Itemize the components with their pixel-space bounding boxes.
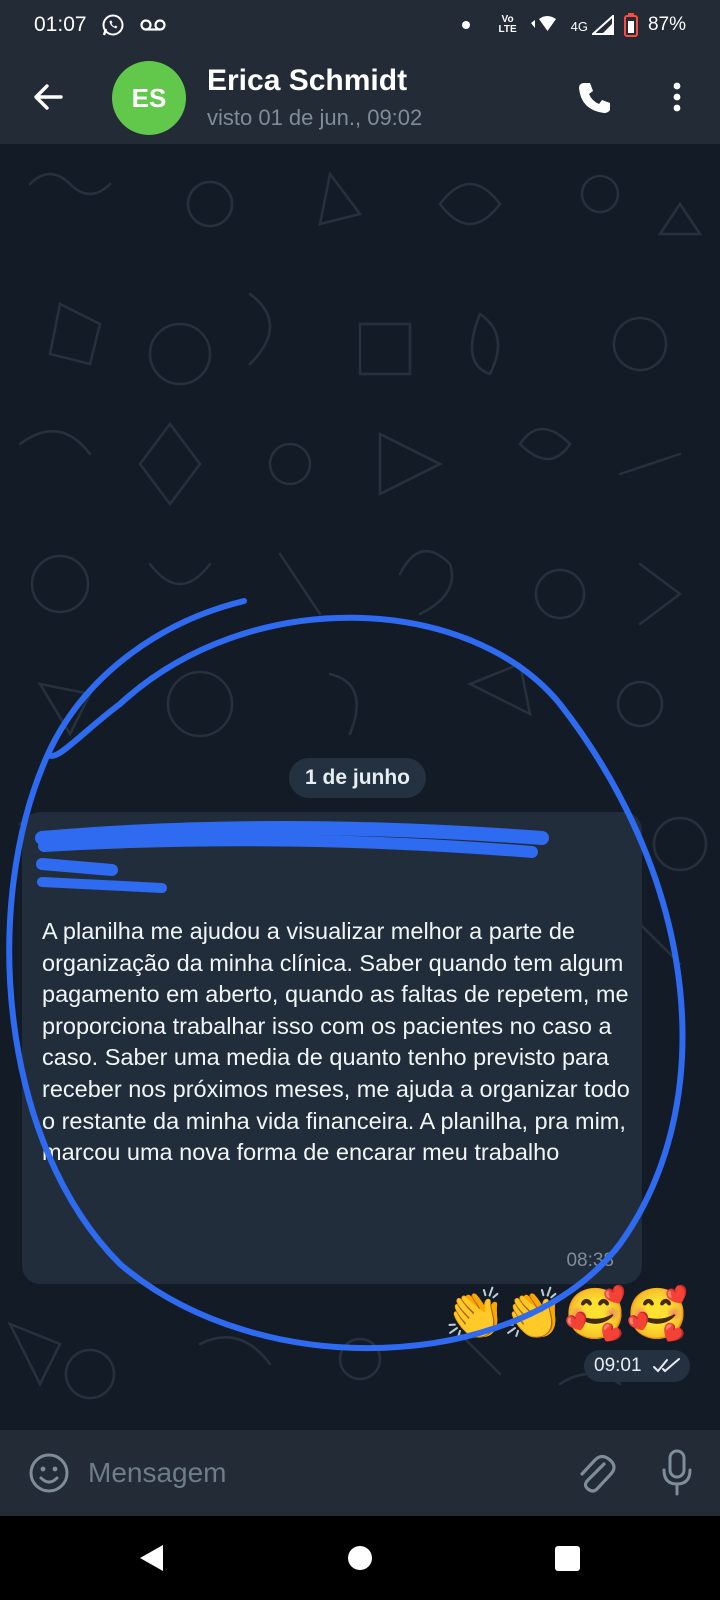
emoji-clap-1[interactable]: 👏 <box>444 1284 506 1344</box>
double-check-icon <box>652 1358 680 1373</box>
microphone-icon[interactable] <box>660 1448 694 1498</box>
more-vert-icon[interactable] <box>665 77 689 117</box>
chat-header: ES Erica Schmidt visto 01 de jun., 09:02 <box>0 50 720 144</box>
back-arrow-icon[interactable] <box>28 77 68 117</box>
volte-badge: Vo LTE <box>498 15 516 35</box>
outgoing-time: 09:01 <box>594 1355 642 1376</box>
message-list[interactable]: 1 de junho A planilha me ajudou a visual… <box>0 144 720 1430</box>
whatsapp-icon <box>102 14 124 36</box>
battery-level: 87% <box>647 14 686 35</box>
incoming-message-bubble[interactable]: A planilha me ajudou a visualizar melhor… <box>22 812 642 1284</box>
avatar[interactable]: ES <box>112 61 186 135</box>
emoji-smiling-hearts-1[interactable]: 🥰 <box>564 1284 626 1344</box>
emoji-icon[interactable] <box>28 1452 70 1494</box>
battery-icon <box>623 13 638 37</box>
network-type: 4G <box>570 19 588 34</box>
nav-home-button[interactable] <box>348 1546 372 1570</box>
dot-icon <box>462 21 471 29</box>
phone-icon[interactable] <box>574 77 614 117</box>
signal-icon <box>591 15 614 35</box>
lte-label: LTE <box>498 24 517 35</box>
status-bar: 01:07 Vo LTE 4G 87% <box>0 0 720 50</box>
system-nav-bar <box>0 1516 720 1600</box>
contact-name[interactable]: Erica Schmidt <box>207 64 407 98</box>
emoji-smiling-hearts-2[interactable]: 🥰 <box>626 1284 688 1344</box>
voicemail-icon <box>139 19 166 31</box>
emoji-clap-2[interactable]: 👏 <box>502 1284 564 1344</box>
message-text: A planilha me ajudou a visualizar melhor… <box>42 918 630 1166</box>
nav-recents-button[interactable] <box>555 1546 580 1571</box>
wifi-icon <box>530 16 556 31</box>
message-input[interactable] <box>88 1450 528 1496</box>
message-time: 08:38 <box>566 1250 614 1271</box>
date-separator: 1 de junho <box>289 758 426 798</box>
message-composer <box>0 1430 720 1516</box>
clock: 01:07 <box>34 13 87 36</box>
last-seen: visto 01 de jun., 09:02 <box>207 105 423 130</box>
outgoing-message-meta: 09:01 <box>584 1350 690 1382</box>
nav-back-icon[interactable] <box>137 1543 167 1573</box>
redaction-scribble <box>35 821 549 893</box>
paperclip-icon[interactable] <box>574 1450 616 1496</box>
